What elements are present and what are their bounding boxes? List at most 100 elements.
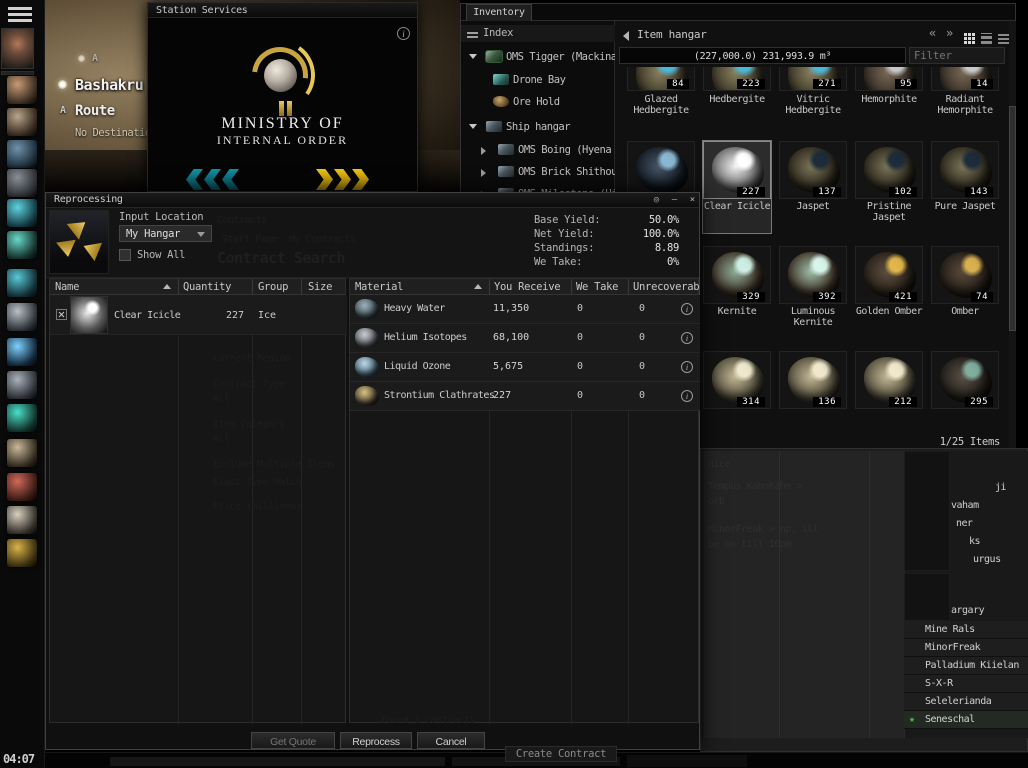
info-icon[interactable]: i: [681, 361, 693, 373]
tree-expand-right-icon[interactable]: [481, 147, 486, 155]
corporation-icon[interactable]: [7, 473, 37, 501]
item-icon[interactable]: 74: [931, 246, 999, 304]
tree-expand-right-icon[interactable]: [481, 169, 486, 177]
item-icon[interactable]: 227: [703, 141, 771, 199]
get-quote-button[interactable]: Get Quote: [251, 732, 335, 749]
scrollbar-thumb[interactable]: [1009, 106, 1016, 331]
tree-item[interactable]: Ore Hold: [461, 94, 615, 110]
journal-icon[interactable]: [7, 439, 37, 467]
item-icon[interactable]: 143: [931, 141, 999, 199]
route-agent-icon: A: [60, 105, 67, 116]
contracts-icon[interactable]: [7, 506, 37, 534]
unrecoverable-column-header[interactable]: Unrecoverable: [633, 281, 699, 293]
member-row[interactable]: Mine Rals: [904, 621, 1028, 639]
tree-expand-down-icon[interactable]: [469, 54, 477, 59]
item-icon[interactable]: 137: [779, 141, 847, 199]
close-icon[interactable]: ×: [685, 195, 700, 206]
tree-item[interactable]: Ship hangar: [461, 119, 615, 135]
reprocessing-header: Input Location My Hangar Show All Base Y…: [46, 208, 699, 278]
member-row[interactable]: S-X-R: [904, 675, 1028, 693]
you-receive-column-header[interactable]: You Receive: [494, 281, 561, 293]
station-services-title[interactable]: Station Services: [148, 3, 417, 18]
create-contract-button[interactable]: Create Contract: [505, 746, 617, 762]
agents-icon[interactable]: [7, 108, 37, 136]
ship-hangar-icon[interactable]: [7, 140, 37, 168]
chevron-left-icon: [222, 169, 239, 190]
tab-inventory[interactable]: Inventory: [466, 4, 532, 21]
index-header[interactable]: Index: [461, 25, 615, 42]
tree-item[interactable]: OMS Tigger (Mackina: [461, 49, 617, 65]
input-location-dropdown[interactable]: My Hangar: [119, 225, 212, 242]
wallet-icon[interactable]: [7, 404, 37, 432]
system-name[interactable]: Bashakru: [75, 76, 144, 94]
item-icon[interactable]: 14: [931, 67, 999, 91]
mining-icon[interactable]: [7, 231, 37, 259]
nav-back-icon[interactable]: «: [929, 26, 936, 40]
item-icon[interactable]: 212: [855, 351, 923, 409]
overlapping-panel: [904, 573, 950, 621]
group-column-header[interactable]: Group: [258, 281, 288, 293]
name-column-header[interactable]: Name: [55, 281, 79, 293]
nav-forward-icon[interactable]: »: [946, 26, 953, 40]
item-icon[interactable]: 271: [779, 67, 847, 91]
item-icon[interactable]: 314: [703, 351, 771, 409]
filter-input[interactable]: [909, 47, 1005, 64]
neocom-menu-icon[interactable]: [8, 7, 32, 23]
view-list-icon[interactable]: [981, 33, 992, 44]
show-all-checkbox[interactable]: [119, 249, 131, 261]
input-item-quantity: 227: [225, 310, 244, 321]
items-icon[interactable]: [7, 169, 37, 197]
reprocessing-title[interactable]: Reprocessing: [46, 193, 699, 208]
sort-ascending-icon: [474, 284, 482, 289]
item-icon[interactable]: 95: [855, 67, 923, 91]
item-icon[interactable]: [627, 141, 695, 199]
info-icon[interactable]: i: [681, 332, 693, 344]
reprocessing-plant-icon[interactable]: [7, 539, 37, 567]
tree-item[interactable]: Drone Bay: [461, 72, 615, 88]
tree-item[interactable]: OMS Boing (Hyena: [461, 142, 615, 158]
view-icons-icon[interactable]: [964, 33, 967, 36]
member-row[interactable]: MinorFreak: [904, 639, 1028, 657]
material-column-header[interactable]: Material: [355, 281, 403, 293]
minimize-icon[interactable]: –: [667, 195, 682, 206]
ship-icon: [498, 166, 514, 177]
tree-item[interactable]: OMS Brick Shithou: [461, 164, 617, 180]
member-row[interactable]: ★ Seneschal: [904, 711, 1028, 729]
mail-icon[interactable]: [7, 199, 37, 227]
view-details-icon[interactable]: [998, 33, 1009, 44]
tree-expand-down-icon[interactable]: [469, 124, 477, 129]
material-name: Liquid Ozone: [384, 361, 451, 372]
back-arrow-icon[interactable]: [623, 31, 629, 41]
fitting-icon[interactable]: [7, 269, 37, 297]
item-icon[interactable]: 102: [855, 141, 923, 199]
size-column-header[interactable]: Size: [308, 281, 332, 293]
assets-icon[interactable]: [7, 371, 37, 399]
quantity-badge: 314: [737, 397, 765, 407]
reprocess-button[interactable]: Reprocess: [340, 732, 412, 749]
contacts-icon[interactable]: [7, 303, 37, 331]
character-icon[interactable]: [7, 76, 37, 104]
info-icon[interactable]: i: [681, 303, 693, 315]
compact-window-icon[interactable]: ◎: [649, 195, 664, 206]
info-icon[interactable]: i: [397, 27, 410, 40]
item-label: Golden Omber: [855, 306, 923, 317]
item-icon[interactable]: 329: [703, 246, 771, 304]
item-icon[interactable]: 392: [779, 246, 847, 304]
input-item-row[interactable]: Clear Icicle 227 Ice: [50, 295, 347, 335]
item-checkbox[interactable]: [56, 309, 67, 320]
member-row[interactable]: Selelerianda: [904, 693, 1028, 711]
route-label[interactable]: Route: [75, 103, 115, 119]
member-name-fragment: ks: [969, 536, 981, 547]
character-portrait[interactable]: [1, 28, 34, 69]
cancel-button[interactable]: Cancel: [417, 732, 485, 749]
quantity-column-header[interactable]: Quantity: [183, 281, 231, 293]
market-icon[interactable]: [7, 338, 37, 366]
item-icon[interactable]: 136: [779, 351, 847, 409]
item-icon[interactable]: 223: [703, 67, 771, 91]
member-row[interactable]: Palladium Kiielan: [904, 657, 1028, 675]
info-icon[interactable]: i: [681, 390, 693, 402]
item-icon[interactable]: 84: [627, 67, 695, 91]
item-icon[interactable]: 421: [855, 246, 923, 304]
we-take-column-header[interactable]: We Take: [576, 281, 618, 293]
item-icon[interactable]: 295: [931, 351, 999, 409]
